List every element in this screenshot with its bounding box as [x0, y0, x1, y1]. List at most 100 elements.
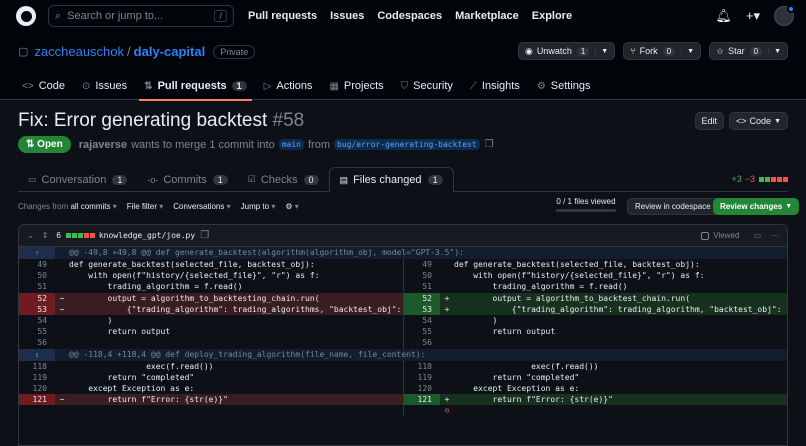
graph-icon: ⟋ — [469, 80, 477, 92]
chevron-down-icon[interactable]: ▼ — [681, 47, 694, 55]
viewed-checkbox[interactable] — [701, 231, 710, 240]
fork-button[interactable]: ⑂ Fork 0 ▼ — [623, 42, 702, 60]
tab-label: Actions — [276, 80, 313, 92]
expand-icon[interactable]: ⇕ — [19, 348, 55, 361]
expand-all-icon[interactable]: ⇕ — [42, 231, 49, 240]
diffstat-square — [89, 233, 95, 238]
shield-icon: ⛉ — [400, 80, 409, 92]
line-number[interactable]: 55 — [404, 326, 440, 337]
code-line: def generate_backtest(selected_file, bac… — [454, 260, 700, 269]
hunk-header: ⇕ @@ -118,4 +118,4 @@ def deploy_trading_… — [19, 348, 787, 361]
tab-conversation[interactable]: ▭ Conversation 1 — [18, 167, 137, 192]
chevron-down-icon[interactable]: ▼ — [595, 47, 608, 55]
file-path[interactable]: knowledge_gpt/joe.py — [99, 231, 195, 240]
repo-owner-link[interactable]: zaccheauschok — [34, 44, 124, 59]
base-branch[interactable]: main — [278, 139, 304, 150]
line-number[interactable]: 121 — [404, 394, 440, 406]
meta-from: from — [308, 138, 330, 151]
copy-icon[interactable]: ❐ — [200, 230, 209, 241]
actions-icon: ▷ — [263, 80, 272, 92]
nav-codespaces[interactable]: Codespaces — [377, 10, 442, 22]
star-button[interactable]: ☆ Star 0 ▼ — [709, 42, 788, 60]
head-branch[interactable]: bug/error-generating-backtest — [334, 139, 480, 150]
code-line: except Exception as e: — [454, 383, 580, 393]
line-number[interactable]: 121 — [19, 394, 55, 406]
line-number[interactable]: 56 — [19, 337, 55, 348]
tab-security[interactable]: ⛉ Security — [401, 72, 453, 100]
gear-icon: ⚙ — [536, 80, 546, 92]
tab-settings[interactable]: ⚙ Settings — [537, 72, 591, 100]
line-number[interactable]: 120 — [404, 383, 440, 394]
line-number[interactable]: 120 — [19, 383, 55, 394]
line-number[interactable]: 52 — [19, 292, 55, 304]
tab-commits[interactable]: -o- Commits 1 — [137, 167, 237, 192]
line-number[interactable]: 50 — [19, 270, 55, 281]
line-number[interactable]: 51 — [404, 281, 440, 292]
diff-row-tail: ⊖ — [19, 405, 787, 416]
chevron-down-icon[interactable]: ⌄ — [27, 231, 34, 240]
line-number[interactable]: 53 — [404, 303, 440, 315]
bell-icon[interactable]: 🔔︎ — [715, 8, 732, 24]
line-number[interactable]: 55 — [19, 326, 55, 337]
line-number[interactable]: 52 — [404, 292, 440, 304]
line-number[interactable]: 49 — [404, 259, 440, 270]
unwatch-button[interactable]: ◉ Unwatch 1 ▼ — [517, 42, 616, 60]
line-number[interactable]: 49 — [19, 259, 55, 270]
tab-label: Settings — [550, 80, 591, 92]
tab-code[interactable]: <> Code — [22, 72, 65, 100]
nav-pull-requests[interactable]: Pull requests — [248, 10, 317, 22]
diff-marker — [55, 259, 69, 270]
jump-to-dropdown[interactable]: Jump to ▾ — [241, 202, 276, 211]
plus-dropdown-icon[interactable]: +▾ — [746, 8, 760, 24]
edit-button[interactable]: Edit — [694, 112, 725, 130]
github-logo-icon[interactable] — [16, 6, 36, 26]
star-icon: ☆ — [716, 45, 725, 56]
line-number[interactable]: 56 — [404, 337, 440, 348]
search-input[interactable]: ⌕ Search or jump to... / — [48, 5, 234, 27]
avatar[interactable] — [774, 5, 795, 26]
nav-marketplace[interactable]: Marketplace — [455, 10, 519, 22]
line-number[interactable]: 53 — [19, 303, 55, 315]
tab-files-changed[interactable]: ▤ Files changed 1 — [328, 167, 454, 193]
changes-from-dropdown[interactable]: Changes from all commits ▾ — [18, 202, 117, 211]
expand-icon[interactable]: ⇡ — [19, 247, 55, 259]
diff-row: 53− {"trading_algorithm": trading_algori… — [19, 303, 787, 315]
diffstat-square — [765, 176, 770, 182]
line-number[interactable]: 51 — [19, 281, 55, 292]
review-changes-button[interactable]: Review changes ▼ — [713, 198, 800, 215]
tab-actions[interactable]: ▷ Actions — [264, 72, 313, 100]
repo-name-link[interactable]: daly-capital — [134, 44, 206, 59]
fork-label: Fork — [639, 46, 658, 56]
copy-icon[interactable]: ❐ — [485, 139, 494, 150]
collapse-comment-icon[interactable]: ⊖ — [440, 405, 454, 415]
tab-projects[interactable]: ▦ Projects — [329, 72, 383, 100]
line-number[interactable]: 54 — [404, 315, 440, 326]
kebab-menu-icon[interactable]: ··· — [771, 231, 779, 240]
code-line: return f"Error: {str(e)}" — [454, 394, 787, 406]
line-number[interactable]: 119 — [404, 372, 440, 383]
line-number[interactable]: 118 — [19, 361, 55, 372]
eye-icon: ◉ — [524, 45, 533, 56]
tab-checks[interactable]: ☑ Checks 0 — [238, 167, 329, 192]
unwatch-count: 1 — [576, 46, 590, 56]
tab-insights[interactable]: ⟋ Insights — [470, 72, 520, 100]
diff-side: 120 except Exception as e: — [403, 382, 787, 395]
settings-gear-icon[interactable]: ⚙ ▾ — [285, 202, 298, 211]
line-number[interactable]: 119 — [19, 372, 55, 383]
tab-issues[interactable]: ⊙ Issues — [82, 72, 127, 100]
line-number[interactable]: 118 — [404, 361, 440, 372]
code-dropdown-button[interactable]: <> Code ▼ — [729, 112, 788, 130]
review-in-codespace-button[interactable]: Review in codespace — [627, 198, 719, 215]
conversations-dropdown[interactable]: Conversations ▾ — [173, 202, 230, 211]
chevron-down-icon[interactable]: ▼ — [768, 47, 781, 55]
author-link[interactable]: rajaverse — [79, 139, 127, 151]
file-filter-dropdown[interactable]: File filter ▾ — [127, 202, 163, 211]
nav-explore[interactable]: Explore — [532, 10, 572, 22]
line-number[interactable]: 54 — [19, 315, 55, 326]
tab-pull-requests[interactable]: ⇅ Pull requests 1 — [139, 72, 253, 101]
nav-issues[interactable]: Issues — [330, 10, 364, 22]
diff-side: 54 ) — [403, 314, 787, 327]
file-diff: ⌄ ⇕ 6 knowledge_gpt/joe.py ❐ Viewed ▭ ··… — [18, 224, 788, 446]
comment-icon[interactable]: ▭ — [753, 231, 761, 240]
line-number[interactable]: 50 — [404, 270, 440, 281]
